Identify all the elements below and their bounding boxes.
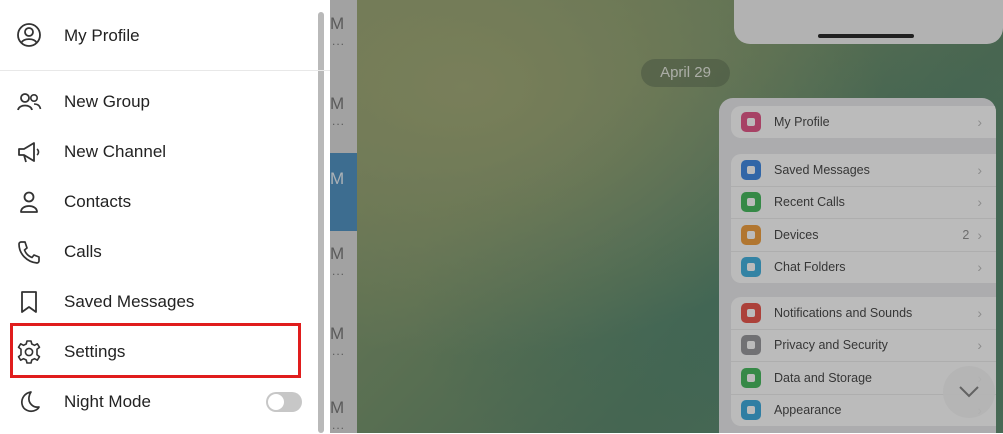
side-menu: My Profile New Group New Channel Contact… — [0, 0, 330, 433]
megaphone-icon — [18, 142, 40, 163]
menu-scrollbar[interactable] — [318, 12, 324, 433]
menu-item-label: New Group — [64, 92, 150, 111]
person-icon — [20, 191, 38, 213]
settings-highlight-box — [10, 323, 301, 378]
menu-item-label: New Channel — [64, 142, 167, 161]
phone-icon — [18, 241, 40, 264]
menu-item-new-group[interactable]: New Group — [0, 77, 310, 127]
modal-overlay[interactable] — [330, 0, 1003, 433]
menu-item-label: Contacts — [64, 192, 132, 211]
bookmark-icon — [21, 291, 37, 313]
menu-item-night-mode[interactable]: Night Mode — [0, 377, 310, 427]
menu-item-label: My Profile — [64, 26, 140, 45]
menu-item-my-profile[interactable]: My Profile — [0, 0, 330, 71]
menu-item-new-channel[interactable]: New Channel — [0, 127, 310, 177]
menu-item-label: Saved Messages — [64, 292, 195, 311]
menu-item-saved-messages[interactable]: Saved Messages — [0, 277, 310, 327]
menu-item-calls[interactable]: Calls — [0, 227, 310, 277]
menu-item-contacts[interactable]: Contacts — [0, 177, 310, 227]
profile-icon — [17, 23, 41, 47]
menu-item-label: Night Mode — [64, 392, 151, 411]
moon-icon — [21, 391, 40, 413]
toggle-knob — [268, 394, 284, 410]
group-icon — [17, 93, 42, 111]
night-mode-toggle[interactable] — [266, 392, 302, 412]
menu-item-label: Calls — [64, 242, 102, 261]
